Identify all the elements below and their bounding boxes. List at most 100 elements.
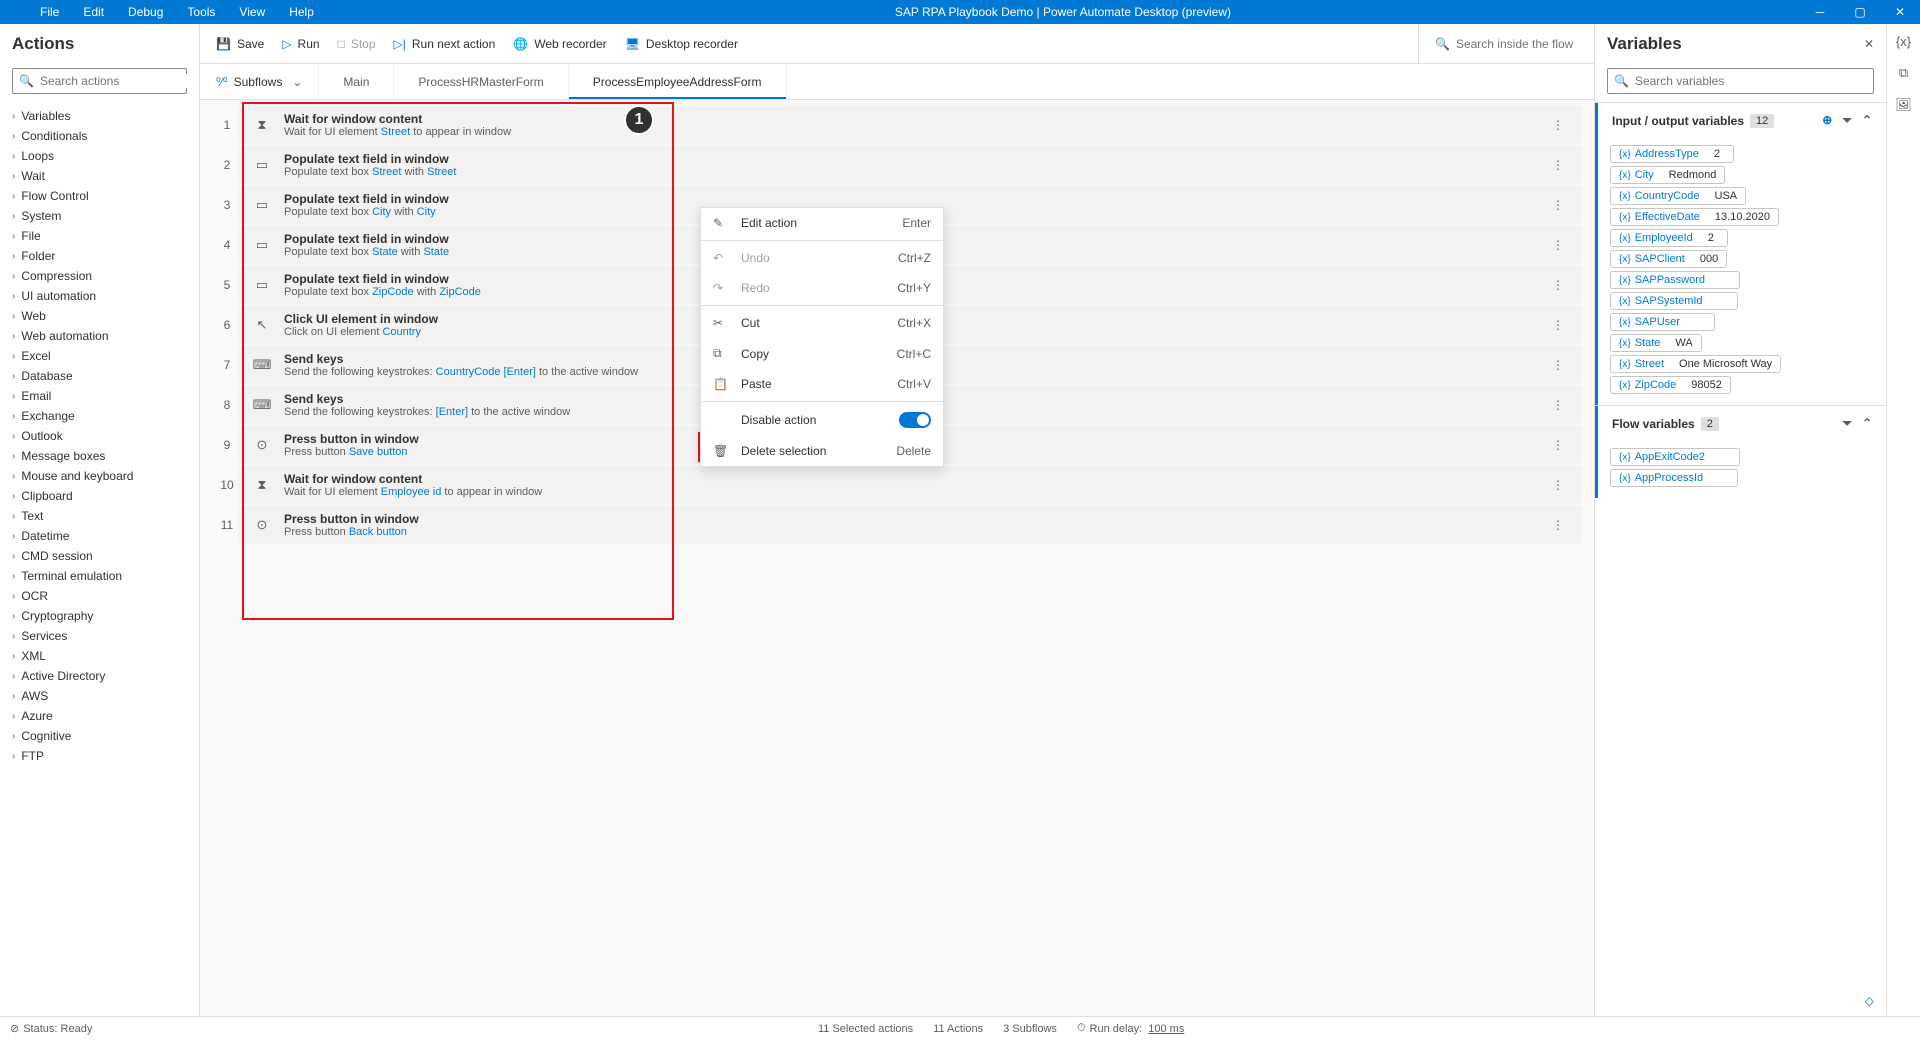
subflows-dropdown[interactable]: ⁰∕⁰ Subflows ⌄ [200,64,319,99]
variable-item[interactable]: {x}CityRedmond [1610,166,1874,184]
flow-variables-header[interactable]: Flow variables 2 ⏷ ⌃ [1595,406,1886,441]
ctx-undo[interactable]: ↶UndoCtrl+Z [701,243,943,273]
tree-item[interactable]: ›Text [0,506,199,526]
variable-item[interactable]: {x}SAPClient000 [1610,250,1874,268]
tree-item[interactable]: ›Services [0,626,199,646]
tree-item[interactable]: ›Database [0,366,199,386]
variable-item[interactable]: {x}SAPSystemId [1610,292,1874,310]
tree-item[interactable]: ›XML [0,646,199,666]
tree-item[interactable]: ›File [0,226,199,246]
images-rail-icon[interactable]: 🖼 [1895,97,1912,113]
filter-icon[interactable]: ⏷ [1842,416,1852,431]
eraser-icon[interactable]: ◇ [1595,986,1886,1016]
actions-search[interactable]: 🔍 [12,68,187,94]
more-icon[interactable]: ⋮ [1546,238,1570,252]
minimize-button[interactable]: ─ [1800,5,1840,19]
variable-item[interactable]: {x}SAPUser [1610,313,1874,331]
tree-item[interactable]: ›Conditionals [0,126,199,146]
ctx-disable[interactable]: Disable action [701,404,943,436]
tree-item[interactable]: ›Flow Control [0,186,199,206]
ctx-redo[interactable]: ↷RedoCtrl+Y [701,273,943,303]
filter-icon[interactable]: ⏷ [1842,113,1852,128]
ctx-copy[interactable]: ⧉CopyCtrl+C [701,338,943,369]
variable-item[interactable]: {x}EffectiveDate13.10.2020 [1610,208,1874,226]
tree-item[interactable]: ›Active Directory [0,666,199,686]
tree-item[interactable]: ›Mouse and keyboard [0,466,199,486]
variable-item[interactable]: {x}ZipCode98052 [1610,376,1874,394]
tree-item[interactable]: ›FTP [0,746,199,766]
tree-item[interactable]: ›Cryptography [0,606,199,626]
variable-item[interactable]: {x}SAPPassword [1610,271,1874,289]
variable-item[interactable]: {x}CountryCodeUSA [1610,187,1874,205]
step-row[interactable]: 1⧗Wait for window contentWait for UI ele… [200,106,1594,144]
ctx-delete[interactable]: 🗑Delete selectionDelete [701,436,943,466]
menu-file[interactable]: File [28,1,71,23]
tree-item[interactable]: ›System [0,206,199,226]
chevron-up-icon[interactable]: ⌃ [1862,113,1872,128]
tree-item[interactable]: ›Folder [0,246,199,266]
actions-search-input[interactable] [40,74,195,88]
tree-item[interactable]: ›Message boxes [0,446,199,466]
variables-search[interactable]: 🔍 [1607,68,1874,94]
menu-debug[interactable]: Debug [116,1,175,23]
more-icon[interactable]: ⋮ [1546,318,1570,332]
tree-item[interactable]: ›Loops [0,146,199,166]
tree-item[interactable]: ›Variables [0,106,199,126]
tree-item[interactable]: ›Datetime [0,526,199,546]
tree-item[interactable]: ›OCR [0,586,199,606]
maximize-button[interactable]: ▢ [1840,5,1880,19]
desktop-recorder-button[interactable]: 🖥Desktop recorder [625,37,738,51]
tree-item[interactable]: ›Terminal emulation [0,566,199,586]
tree-item[interactable]: ›CMD session [0,546,199,566]
menu-edit[interactable]: Edit [71,1,116,23]
tree-item[interactable]: ›Cognitive [0,726,199,746]
tree-item[interactable]: ›AWS [0,686,199,706]
flow-search[interactable]: 🔍 [1418,24,1578,63]
tree-item[interactable]: ›Clipboard [0,486,199,506]
web-recorder-button[interactable]: 🌐Web recorder [513,37,606,51]
tree-item[interactable]: ›Web automation [0,326,199,346]
io-variables-header[interactable]: Input / output variables 12 ⊕ ⏷ ⌃ [1595,103,1886,138]
ctx-paste[interactable]: 📋PasteCtrl+V [701,369,943,399]
step-row[interactable]: 11⊙Press button in windowPress button Ba… [200,506,1594,544]
tree-item[interactable]: ›Web [0,306,199,326]
more-icon[interactable]: ⋮ [1546,278,1570,292]
tree-item[interactable]: ›Compression [0,266,199,286]
delay-value[interactable]: 100 ms [1148,1023,1184,1035]
more-icon[interactable]: ⋮ [1546,198,1570,212]
close-button[interactable]: ✕ [1880,5,1920,19]
variable-item[interactable]: {x}StateWA [1610,334,1874,352]
run-button[interactable]: ▷Run [282,37,319,51]
close-icon[interactable]: ✕ [1864,37,1874,51]
more-icon[interactable]: ⋮ [1546,118,1570,132]
save-button[interactable]: 💾Save [216,37,264,51]
tab[interactable]: ProcessEmployeeAddressForm [569,64,787,99]
tree-item[interactable]: ›UI automation [0,286,199,306]
variable-item[interactable]: {x}EmployeeId2 [1610,229,1874,247]
menu-view[interactable]: View [227,1,277,23]
tab[interactable]: ProcessHRMasterForm [394,64,568,99]
tree-item[interactable]: ›Outlook [0,426,199,446]
variable-item[interactable]: {x}StreetOne Microsoft Way [1610,355,1874,373]
flow-search-input[interactable] [1456,37,1611,51]
add-icon[interactable]: ⊕ [1822,113,1832,128]
step-row[interactable]: 10⧗Wait for window contentWait for UI el… [200,466,1594,504]
step-row[interactable]: 2▭Populate text field in windowPopulate … [200,146,1594,184]
tree-item[interactable]: ›Azure [0,706,199,726]
stop-button[interactable]: □Stop [338,37,376,51]
more-icon[interactable]: ⋮ [1546,158,1570,172]
menu-help[interactable]: Help [277,1,326,23]
variable-item[interactable]: {x}AddressType2 [1610,145,1874,163]
variables-rail-icon[interactable]: {x} [1896,34,1911,49]
more-icon[interactable]: ⋮ [1546,358,1570,372]
ctx-cut[interactable]: ✂CutCtrl+X [701,308,943,338]
more-icon[interactable]: ⋮ [1546,478,1570,492]
menu-tools[interactable]: Tools [175,1,227,23]
tree-item[interactable]: ›Excel [0,346,199,366]
more-icon[interactable]: ⋮ [1546,398,1570,412]
layers-rail-icon[interactable]: ⧉ [1899,65,1908,81]
chevron-up-icon[interactable]: ⌃ [1862,416,1872,431]
tab[interactable]: Main [319,64,394,99]
more-icon[interactable]: ⋮ [1546,438,1570,452]
variable-item[interactable]: {x}AppExitCode2 [1610,448,1874,466]
